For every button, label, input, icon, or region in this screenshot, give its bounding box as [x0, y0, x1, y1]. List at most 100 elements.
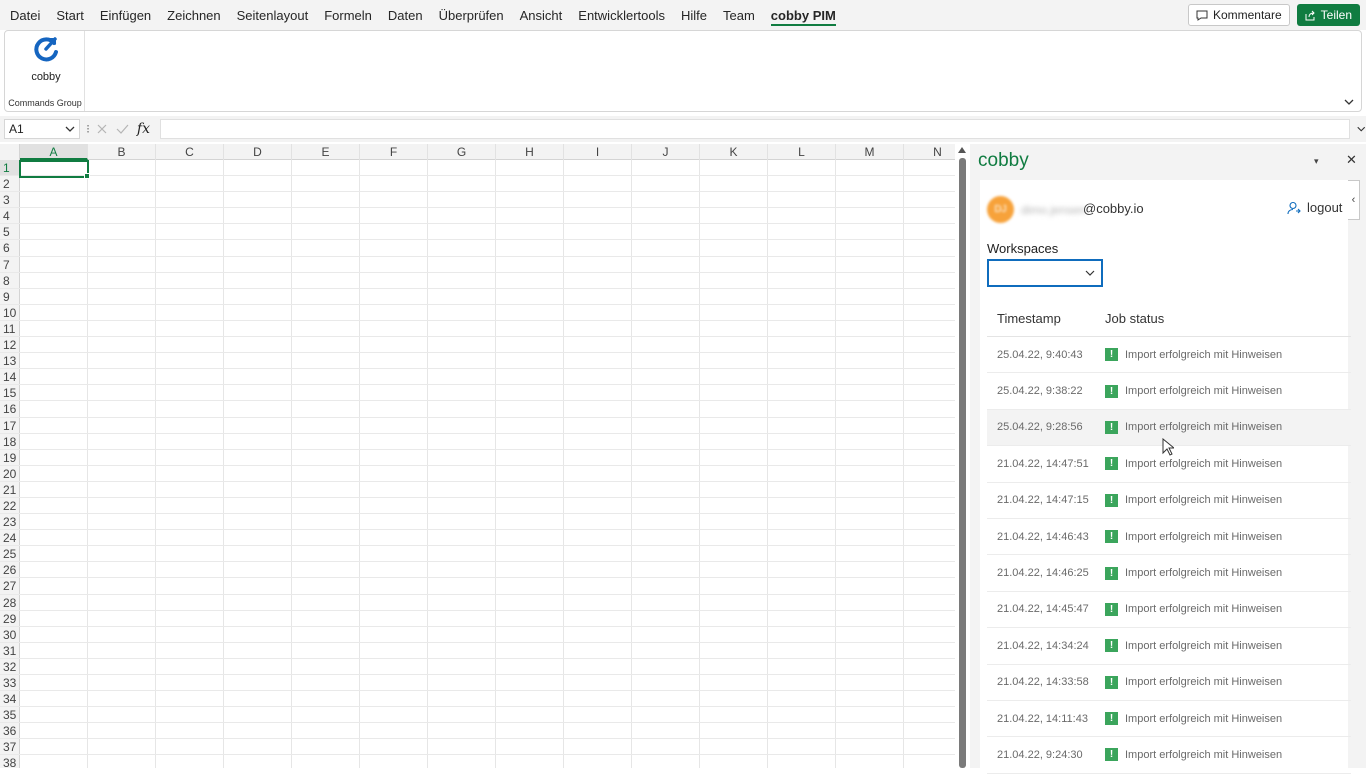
row-cells[interactable] — [20, 626, 955, 642]
row-header[interactable]: 33 — [0, 675, 20, 691]
row-header[interactable]: 35 — [0, 707, 20, 723]
row-cells[interactable] — [20, 481, 955, 497]
menu-item-datei[interactable]: Datei — [0, 0, 48, 30]
menu-item-formeln[interactable]: Formeln — [316, 0, 380, 30]
table-row[interactable]: 25.04.22, 9:40:43! Import erfolgreich mit… — [987, 337, 1351, 374]
column-header-d[interactable]: D — [224, 144, 292, 160]
vertical-scrollbar[interactable] — [955, 144, 969, 768]
menu-item-einfügen[interactable]: Einfügen — [92, 0, 159, 30]
table-row[interactable]: 25.04.22, 9:38:22! Import erfolgreich mit… — [987, 373, 1351, 410]
table-row[interactable]: 21.04.22, 14:11:43! Import erfolgreich mi… — [987, 701, 1351, 738]
row-cells[interactable] — [20, 691, 955, 707]
row-cells[interactable] — [20, 337, 955, 353]
row-cells[interactable] — [20, 192, 955, 208]
row-header[interactable]: 30 — [0, 626, 20, 642]
row-cells[interactable] — [20, 449, 955, 465]
menu-item-überprüfen[interactable]: Überprüfen — [431, 0, 512, 30]
column-header-c[interactable]: C — [156, 144, 224, 160]
cobby-button[interactable]: cobby — [19, 35, 73, 83]
row-header[interactable]: 24 — [0, 530, 20, 546]
row-cells[interactable] — [20, 594, 955, 610]
row-cells[interactable] — [20, 224, 955, 240]
row-cells[interactable] — [20, 675, 955, 691]
row-header[interactable]: 18 — [0, 433, 20, 449]
row-header[interactable]: 8 — [0, 272, 20, 288]
pane-close-icon[interactable]: ✕ — [1346, 152, 1357, 168]
menu-item-team[interactable]: Team — [715, 0, 763, 30]
row-cells[interactable] — [20, 208, 955, 224]
row-cells[interactable] — [20, 417, 955, 433]
row-header[interactable]: 20 — [0, 465, 20, 481]
name-box[interactable]: A1 — [4, 119, 81, 139]
row-header[interactable]: 7 — [0, 256, 20, 272]
pane-options-caret-icon[interactable]: ▾ — [1314, 156, 1319, 167]
menu-item-hilfe[interactable]: Hilfe — [673, 0, 715, 30]
select-all-corner[interactable] — [0, 144, 20, 160]
row-cells[interactable] — [20, 707, 955, 723]
row-cells[interactable] — [20, 401, 955, 417]
row-header[interactable]: 5 — [0, 224, 20, 240]
row-cells[interactable] — [20, 240, 955, 256]
row-cells[interactable] — [20, 176, 955, 192]
row-cells[interactable] — [20, 288, 955, 304]
logout-button[interactable]: logout — [1287, 200, 1342, 215]
row-cells[interactable] — [20, 433, 955, 449]
chevron-down-icon[interactable] — [65, 125, 75, 133]
row-cells[interactable] — [20, 723, 955, 739]
column-header-i[interactable]: I — [564, 144, 632, 160]
column-header-f[interactable]: F — [360, 144, 428, 160]
row-cells[interactable] — [20, 658, 955, 674]
row-header[interactable]: 17 — [0, 417, 20, 433]
column-header-b[interactable]: B — [88, 144, 156, 160]
table-row[interactable]: 21.04.22, 14:46:25! Import erfolgreich mi… — [987, 555, 1351, 592]
insert-function-icon[interactable]: fx — [137, 121, 150, 137]
column-header-j[interactable]: J — [632, 144, 700, 160]
row-header[interactable]: 23 — [0, 514, 20, 530]
table-row[interactable]: 21.04.22, 14:46:43! Import erfolgreich mi… — [987, 519, 1351, 556]
row-header[interactable]: 10 — [0, 304, 20, 320]
row-header[interactable]: 37 — [0, 739, 20, 755]
row-header[interactable]: 14 — [0, 369, 20, 385]
row-cells[interactable] — [20, 755, 955, 768]
row-header[interactable]: 27 — [0, 578, 20, 594]
column-header-l[interactable]: L — [768, 144, 836, 160]
active-cell-a1[interactable] — [19, 160, 90, 179]
row-header[interactable]: 15 — [0, 385, 20, 401]
table-row[interactable]: 21.04.22, 14:33:58! Import erfolgreich mi… — [987, 665, 1351, 701]
column-header-m[interactable]: M — [836, 144, 904, 160]
row-cells[interactable] — [20, 272, 955, 288]
menu-item-seitenlayout[interactable]: Seitenlayout — [229, 0, 317, 30]
menu-item-start[interactable]: Start — [48, 0, 91, 30]
row-cells[interactable] — [20, 353, 955, 369]
menu-item-daten[interactable]: Daten — [380, 0, 431, 30]
row-cells[interactable] — [20, 642, 955, 658]
row-header[interactable]: 21 — [0, 481, 20, 497]
share-button[interactable]: Teilen — [1296, 4, 1360, 26]
table-row[interactable]: 21.04.22, 14:47:15! Import erfolgreich mi… — [987, 483, 1351, 519]
column-header-g[interactable]: G — [428, 144, 496, 160]
row-header[interactable]: 26 — [0, 562, 20, 578]
row-header[interactable]: 36 — [0, 723, 20, 739]
column-header-k[interactable]: K — [700, 144, 768, 160]
menu-item-zeichnen[interactable]: Zeichnen — [159, 0, 228, 30]
cancel-icon[interactable] — [96, 123, 108, 135]
row-cells[interactable] — [20, 739, 955, 755]
pane-collapse-chevron-icon[interactable]: ‹ — [1348, 180, 1360, 220]
row-header[interactable]: 32 — [0, 658, 20, 674]
row-cells[interactable] — [20, 256, 955, 272]
row-header[interactable]: 38 — [0, 755, 20, 768]
row-header[interactable]: 13 — [0, 353, 20, 369]
menu-item-ansicht[interactable]: Ansicht — [512, 0, 571, 30]
row-header[interactable]: 16 — [0, 401, 20, 417]
table-row[interactable]: 21.04.22, 14:34:24! Import erfolgreich mi… — [987, 628, 1351, 665]
row-header[interactable]: 1 — [0, 160, 20, 176]
row-cells[interactable] — [20, 320, 955, 337]
scroll-up-arrow-icon[interactable] — [958, 147, 966, 153]
column-header-n[interactable]: N — [904, 144, 955, 160]
row-header[interactable]: 11 — [0, 320, 20, 337]
row-header[interactable]: 6 — [0, 240, 20, 256]
row-cells[interactable] — [20, 369, 955, 385]
table-row[interactable]: 21.04.22, 14:45:47! Import erfolgreich mi… — [987, 592, 1351, 629]
row-cells[interactable] — [20, 578, 955, 594]
row-header[interactable]: 4 — [0, 208, 20, 224]
